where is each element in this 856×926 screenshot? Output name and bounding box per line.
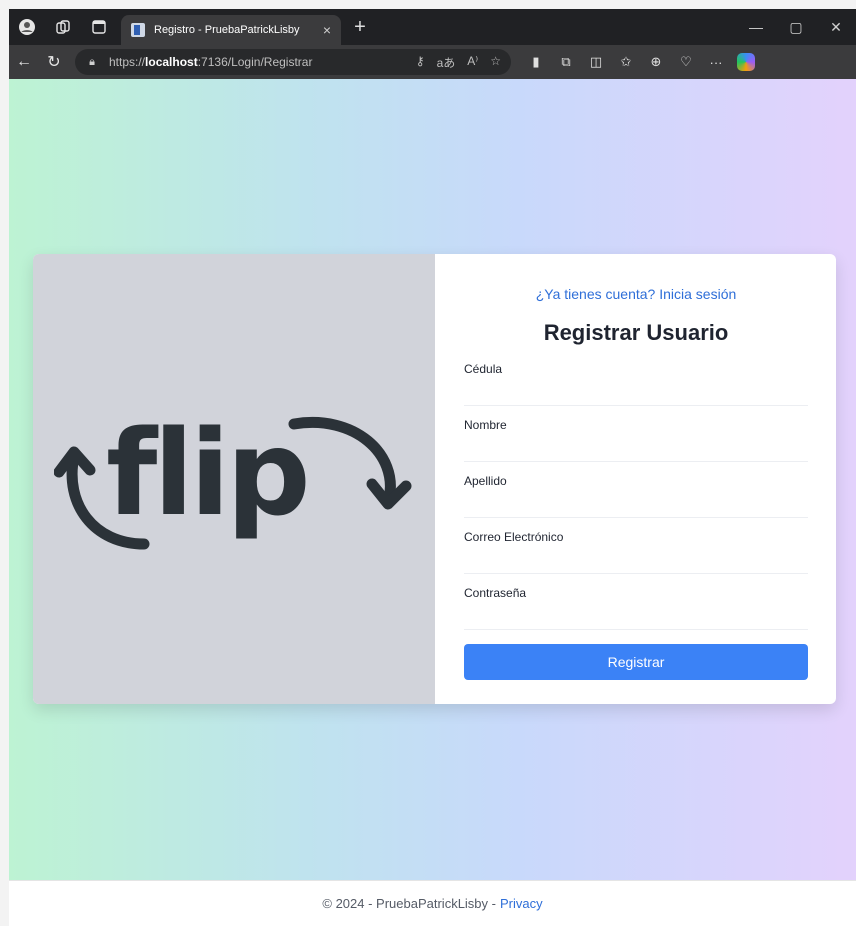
form-title: Registrar Usuario xyxy=(543,320,729,345)
nombre-input[interactable] xyxy=(464,438,808,462)
tab-actions-icon[interactable] xyxy=(81,9,117,45)
email-field-group: Correo Electrónico xyxy=(464,530,808,574)
page-footer: © 2024 - PruebaPatrickLisby - Privacy xyxy=(9,880,856,926)
url-text: https://localhost:7136/Login/Registrar xyxy=(109,55,313,69)
password-label: Contraseña xyxy=(464,586,527,600)
extensions-puzzle-icon[interactable]: ⧉ xyxy=(551,47,581,77)
privacy-link[interactable]: Privacy xyxy=(500,896,543,911)
apellido-field-group: Apellido xyxy=(464,474,808,518)
minimize-icon[interactable]: — xyxy=(736,9,776,45)
more-options-icon[interactable]: ··· xyxy=(701,47,731,77)
extension-icon[interactable]: ▮ xyxy=(521,47,551,77)
copilot-icon[interactable] xyxy=(731,47,761,77)
page-favicon-icon xyxy=(131,23,145,37)
new-tab-button[interactable]: + xyxy=(345,12,375,42)
nombre-label: Nombre xyxy=(464,418,507,432)
cedula-field-group: Cédula xyxy=(464,362,808,406)
register-card: flip ¿Ya tienes cuenta? Inicia sesión Re… xyxy=(33,254,836,704)
register-button[interactable]: Registrar xyxy=(464,644,808,680)
address-bar-actions: ⚷ aあ A⁾ ☆ xyxy=(416,54,501,71)
window-controls: — ▢ ✕ xyxy=(736,9,856,45)
page-viewport: flip ¿Ya tienes cuenta? Inicia sesión Re… xyxy=(9,79,856,926)
address-bar[interactable]: 🔒︎ https://localhost:7136/Login/Registra… xyxy=(75,49,511,75)
register-form-panel: ¿Ya tienes cuenta? Inicia sesión Registr… xyxy=(435,254,836,704)
navigation-bar: ← ↻ 🔒︎ https://localhost:7136/Login/Regi… xyxy=(9,45,856,79)
key-icon[interactable]: ⚷ xyxy=(416,54,425,71)
apellido-label: Apellido xyxy=(464,474,507,488)
profile-icon[interactable] xyxy=(9,9,45,45)
logo-panel: flip xyxy=(33,254,435,704)
maximize-icon[interactable]: ▢ xyxy=(776,9,816,45)
favorites-icon[interactable]: ✩ xyxy=(611,47,641,77)
split-screen-icon[interactable]: ◫ xyxy=(581,47,611,77)
browser-tab[interactable]: Registro - PruebaPatrickLisby × xyxy=(121,15,341,45)
workspaces-icon[interactable] xyxy=(45,9,81,45)
lock-icon[interactable]: 🔒︎ xyxy=(85,55,99,69)
footer-copyright: © 2024 - PruebaPatrickLisby - xyxy=(322,896,496,911)
logo-text: flip xyxy=(106,404,307,542)
cedula-label: Cédula xyxy=(464,362,503,376)
nombre-field-group: Nombre xyxy=(464,418,808,462)
window-edge xyxy=(0,0,9,926)
browser-essentials-icon[interactable]: ♡ xyxy=(671,47,701,77)
flip-logo: flip xyxy=(54,404,412,550)
close-window-icon[interactable]: ✕ xyxy=(816,9,856,45)
browser-window: Registro - PruebaPatrickLisby × + — ▢ ✕ … xyxy=(0,0,856,926)
apellido-input[interactable] xyxy=(464,494,808,518)
back-icon[interactable]: ← xyxy=(9,47,39,77)
refresh-icon[interactable]: ↻ xyxy=(39,47,69,77)
email-label: Correo Electrónico xyxy=(464,530,564,544)
tab-close-icon[interactable]: × xyxy=(323,22,331,38)
password-input[interactable] xyxy=(464,606,808,630)
favorite-star-icon[interactable]: ☆ xyxy=(490,54,501,71)
collections-icon[interactable]: ⊕ xyxy=(641,47,671,77)
toolbar-icons: ▮ ⧉ ◫ ✩ ⊕ ♡ ··· xyxy=(521,47,761,77)
title-bar: Registro - PruebaPatrickLisby × + — ▢ ✕ xyxy=(9,9,856,45)
gradient-background: flip ¿Ya tienes cuenta? Inicia sesión Re… xyxy=(9,79,856,880)
password-field-group: Contraseña xyxy=(464,586,808,630)
tab-title: Registro - PruebaPatrickLisby xyxy=(154,24,300,36)
read-aloud-icon[interactable]: A⁾ xyxy=(467,54,478,71)
translate-icon[interactable]: aあ xyxy=(437,54,456,71)
cedula-input[interactable] xyxy=(464,382,808,406)
login-link[interactable]: ¿Ya tienes cuenta? Inicia sesión xyxy=(464,286,808,302)
email-input[interactable] xyxy=(464,550,808,574)
